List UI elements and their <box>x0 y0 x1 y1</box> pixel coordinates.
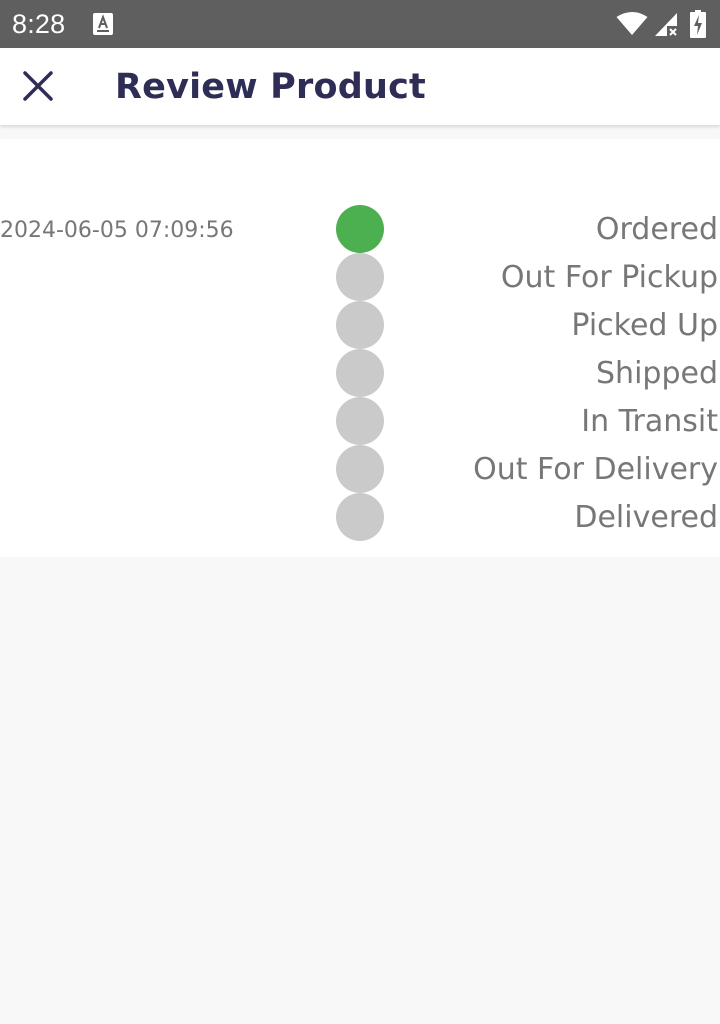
step-label-out-for-delivery: Out For Delivery <box>473 452 718 487</box>
step-indicator-delivered <box>336 493 384 541</box>
step-indicator-out-for-delivery <box>336 445 384 493</box>
tracking-step-picked-up: Picked Up <box>0 301 720 349</box>
text-notification-icon <box>93 13 113 35</box>
close-button[interactable] <box>14 62 62 110</box>
status-time: 8:28 <box>12 9 66 39</box>
app-bar: Review Product <box>0 48 720 125</box>
tracking-step-shipped: Shipped <box>0 349 720 397</box>
battery-charging-icon <box>690 10 706 38</box>
step-label-shipped: Shipped <box>596 356 718 391</box>
tracking-card: 2024-06-05 07:09:56 Ordered Out For Pick… <box>0 139 720 557</box>
wifi-icon <box>616 12 648 35</box>
step-indicator-ordered <box>336 205 384 253</box>
close-icon <box>23 71 53 101</box>
step-indicator-out-for-pickup <box>336 253 384 301</box>
status-bar: 8:28 <box>0 0 720 48</box>
step-label-out-for-pickup: Out For Pickup <box>500 260 718 295</box>
tracking-step-ordered: Ordered <box>0 205 720 253</box>
step-label-ordered: Ordered <box>595 212 718 247</box>
step-indicator-shipped <box>336 349 384 397</box>
step-label-delivered: Delivered <box>574 500 718 535</box>
tracking-step-out-for-pickup: Out For Pickup <box>0 253 720 301</box>
step-label-in-transit: In Transit <box>581 404 718 439</box>
step-label-picked-up: Picked Up <box>571 308 718 343</box>
cell-signal-icon <box>655 13 677 36</box>
step-indicator-picked-up <box>336 301 384 349</box>
page-title: Review Product <box>115 67 426 107</box>
tracking-step-in-transit: In Transit <box>0 397 720 445</box>
tracking-steps: Ordered Out For Pickup Picked Up Shipped… <box>0 205 720 541</box>
tracking-step-out-for-delivery: Out For Delivery <box>0 445 720 493</box>
tracking-step-delivered: Delivered <box>0 493 720 541</box>
step-indicator-in-transit <box>336 397 384 445</box>
